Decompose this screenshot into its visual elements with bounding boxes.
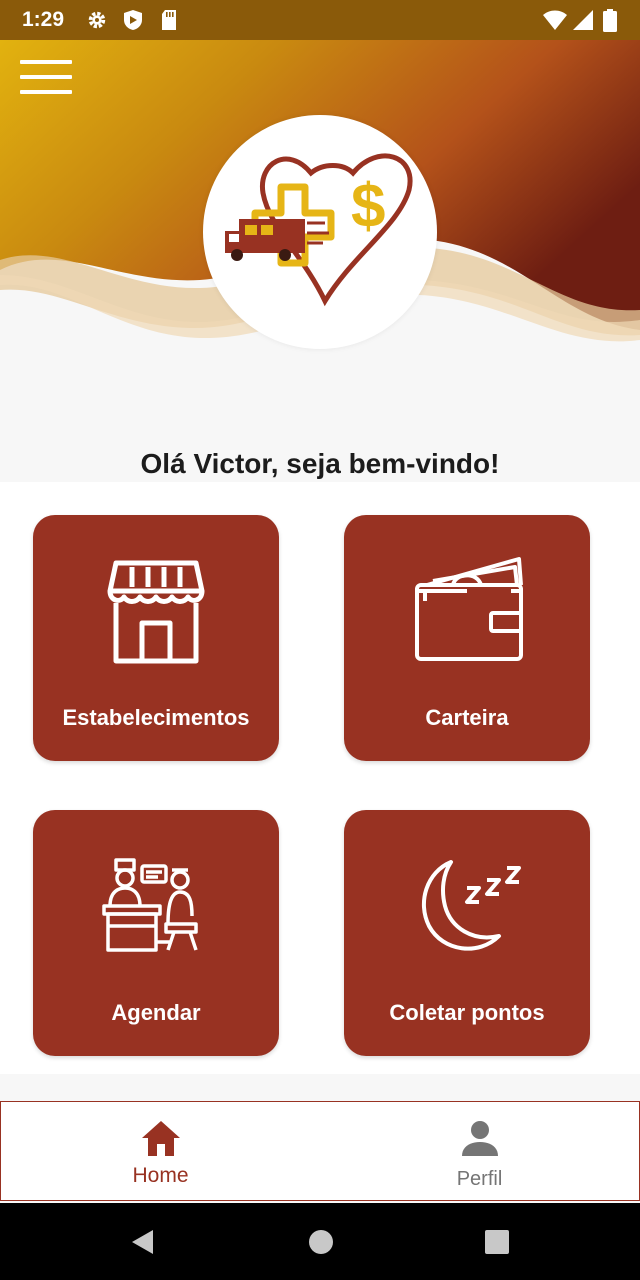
shield-icon <box>124 10 142 30</box>
nav-label-perfil: Perfil <box>456 1168 503 1190</box>
back-icon[interactable] <box>130 1229 156 1255</box>
nav-home[interactable]: Home <box>1 1102 320 1200</box>
recents-icon[interactable] <box>484 1229 510 1255</box>
card-label: Agendar <box>111 1000 201 1025</box>
battery-icon <box>603 9 617 32</box>
card-estabelecimentos[interactable]: Estabelecimentos <box>33 515 279 761</box>
android-navigation-bar <box>0 1203 640 1280</box>
bottom-navigation: Home Perfil <box>0 1101 640 1201</box>
greeting-text: Olá Victor, seja bem-vindo! <box>140 448 500 479</box>
wifi-icon <box>543 10 567 30</box>
status-bar: 1:29 <box>0 0 640 40</box>
card-agendar[interactable]: Agendar <box>33 810 279 1056</box>
app-logo: $ <box>203 115 437 349</box>
person-icon <box>462 1121 498 1156</box>
hamburger-menu-icon[interactable] <box>20 60 72 98</box>
home-circle-icon[interactable] <box>308 1229 334 1255</box>
card-label: Carteira <box>425 705 509 730</box>
truck-cross-heart-dollar-logo: $ <box>225 153 413 307</box>
moon-sleep-icon <box>421 860 521 951</box>
nav-perfil[interactable]: Perfil <box>320 1102 639 1200</box>
card-carteira[interactable]: Carteira <box>344 515 590 761</box>
card-coletar-pontos[interactable]: Coletar pontos <box>344 810 590 1056</box>
svg-text:$: $ <box>351 172 385 241</box>
status-time: 1:29 <box>22 8 65 31</box>
menu-grid: Estabelecimentos Carteira Agendar Coleta… <box>0 482 640 1074</box>
signal-icon <box>573 10 593 30</box>
card-label: Estabelecimentos <box>62 705 250 730</box>
nav-label-home: Home <box>132 1164 189 1187</box>
storefront-icon <box>107 560 205 664</box>
wallet-icon <box>415 557 523 661</box>
sd-card-icon <box>162 10 176 30</box>
home-icon <box>142 1121 180 1156</box>
card-label: Coletar pontos <box>389 1000 545 1025</box>
gear-icon <box>88 11 106 29</box>
appointment-desk-icon <box>102 858 198 952</box>
